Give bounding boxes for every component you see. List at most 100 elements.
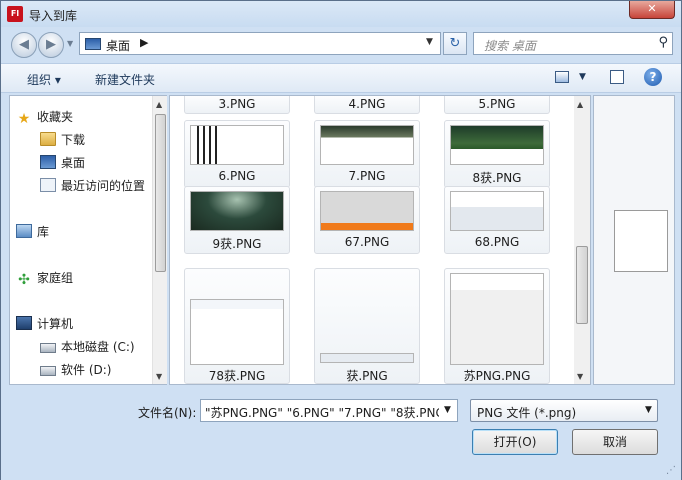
breadcrumb-arrow-icon[interactable]: ▶: [140, 36, 148, 49]
file-thumbnail: [450, 191, 544, 231]
homegroup-icon: ✣: [18, 272, 30, 288]
file-thumbnail: [190, 191, 284, 231]
close-button[interactable]: ✕: [629, 1, 675, 19]
sidebar-item-computer[interactable]: 计算机: [16, 315, 73, 332]
file-name: 7.PNG: [348, 169, 386, 183]
filename-input[interactable]: "苏PNG.PNG" "6.PNG" "7.PNG" "8获.PNG ▼: [200, 399, 458, 422]
desktop-icon: [40, 155, 56, 169]
file-item[interactable]: 9获.PNG: [184, 186, 290, 254]
file-thumbnail: [320, 125, 414, 165]
cancel-button[interactable]: 取消: [572, 429, 658, 455]
filename-value[interactable]: "苏PNG.PNG" "6.PNG" "7.PNG" "8获.PNG: [205, 404, 439, 421]
library-icon: [16, 224, 32, 238]
file-name: 5.PNG: [478, 97, 516, 111]
sidebar-item-label: 最近访问的位置: [61, 179, 146, 193]
recent-pages-dropdown-icon[interactable]: ▼: [67, 39, 73, 48]
new-folder-button[interactable]: 新建文件夹: [95, 71, 155, 88]
file-thumbnail: [190, 125, 284, 165]
scroll-up-icon[interactable]: ▲: [577, 100, 583, 109]
file-type-select[interactable]: PNG 文件 (*.png) ▼: [470, 399, 658, 422]
sidebar-item-recent-places[interactable]: 最近访问的位置: [40, 177, 145, 194]
title-bar[interactable]: Fl 导入到库 ✕: [1, 1, 681, 27]
file-item[interactable]: 获.PNG: [314, 268, 420, 384]
scroll-down-icon[interactable]: ▼: [577, 372, 583, 381]
preview-pane: [593, 95, 675, 385]
scroll-down-icon[interactable]: ▼: [156, 372, 162, 381]
file-thumbnail: [190, 299, 284, 365]
refresh-button[interactable]: ↻: [443, 32, 467, 55]
scroll-up-icon[interactable]: ▲: [156, 100, 162, 109]
sidebar-item-drive-d[interactable]: 软件 (D:): [40, 361, 111, 378]
file-item[interactable]: 6.PNG: [184, 120, 290, 188]
download-folder-icon: [40, 132, 56, 146]
command-toolbar: 组织 ▾ 新建文件夹 ▼ ?: [1, 63, 681, 93]
file-thumbnail: [320, 353, 414, 363]
back-button[interactable]: ◀: [11, 32, 37, 58]
filename-dropdown-icon[interactable]: ▼: [444, 405, 451, 415]
sidebar-item-label: 桌面: [61, 156, 86, 170]
address-dropdown-icon[interactable]: ▼: [426, 37, 433, 47]
refresh-icon: ↻: [449, 36, 461, 51]
navigation-bar: ◀ ▶ ▼ 桌面 ▶ ▼ ↻ 搜索 桌面 ⚲: [1, 27, 681, 61]
navigation-scrollbar[interactable]: ▲ ▼: [152, 96, 167, 384]
resize-grip-icon[interactable]: ⋰: [666, 465, 676, 476]
organize-menu[interactable]: 组织 ▾: [27, 71, 61, 88]
search-icon[interactable]: ⚲: [658, 35, 668, 50]
file-item[interactable]: 68.PNG: [444, 186, 550, 254]
file-item[interactable]: 78获.PNG: [184, 268, 290, 384]
sidebar-item-favorites[interactable]: ★ 收藏夹: [16, 108, 73, 126]
search-input[interactable]: 搜索 桌面 ⚲: [473, 32, 673, 55]
import-to-library-dialog: Fl 导入到库 ✕ ◀ ▶ ▼ 桌面 ▶ ▼ ↻ 搜索 桌面 ⚲ 组织 ▾ 新建…: [0, 0, 682, 480]
open-button[interactable]: 打开(O): [472, 429, 558, 455]
file-thumbnail: [320, 191, 414, 231]
file-item[interactable]: 4.PNG: [314, 96, 420, 114]
sidebar-item-label: 下载: [61, 133, 86, 147]
preview-pane-toggle-icon[interactable]: [610, 70, 624, 84]
forward-button[interactable]: ▶: [38, 32, 64, 58]
sidebar-item-downloads[interactable]: 下载: [40, 131, 85, 148]
sidebar-item-desktop[interactable]: 桌面: [40, 154, 85, 171]
sidebar-item-label: 库: [37, 225, 50, 239]
preview-image: [614, 210, 668, 272]
file-name: 9获.PNG: [212, 237, 262, 251]
file-name: 8获.PNG: [472, 171, 522, 185]
scrollbar-thumb[interactable]: [576, 246, 588, 324]
file-list: 3.PNG 4.PNG 5.PNG 6.PNG 7.PNG 8获.PNG 9获.…: [169, 95, 591, 385]
sidebar-item-drive-c[interactable]: 本地磁盘 (C:): [40, 338, 135, 355]
address-breadcrumb[interactable]: 桌面: [106, 37, 130, 54]
file-thumbnail: [450, 125, 544, 165]
view-options-dropdown-icon[interactable]: ▼: [579, 72, 586, 82]
file-name: 78获.PNG: [208, 369, 266, 383]
file-item[interactable]: 67.PNG: [314, 186, 420, 254]
file-list-scrollbar[interactable]: ▲ ▼: [574, 96, 590, 384]
sidebar-item-libraries[interactable]: 库: [16, 223, 49, 240]
computer-icon: [16, 316, 32, 330]
sidebar-item-label: 家庭组: [37, 271, 74, 285]
file-name: 3.PNG: [218, 97, 256, 111]
file-thumbnail: [450, 273, 544, 365]
file-item[interactable]: 3.PNG: [184, 96, 290, 114]
file-item[interactable]: 5.PNG: [444, 96, 550, 114]
sidebar-item-label: 本地磁盘 (C:): [61, 340, 135, 354]
file-name: 4.PNG: [348, 97, 386, 111]
star-icon: ★: [17, 111, 31, 127]
file-selection-area: 文件名(N): "苏PNG.PNG" "6.PNG" "7.PNG" "8获.P…: [1, 387, 681, 480]
file-type-value: PNG 文件 (*.png): [477, 406, 577, 420]
change-view-icon[interactable]: [555, 71, 569, 83]
recent-places-icon: [40, 178, 56, 192]
desktop-icon: [85, 38, 101, 50]
file-item[interactable]: 苏PNG.PNG: [444, 268, 550, 384]
address-bar[interactable]: 桌面 ▶ ▼: [79, 32, 441, 55]
sidebar-item-label: 计算机: [37, 317, 74, 331]
file-item[interactable]: 8获.PNG: [444, 120, 550, 188]
sidebar-item-homegroup[interactable]: ✣ 家庭组: [16, 269, 73, 287]
help-icon[interactable]: ?: [644, 68, 662, 86]
filename-label: 文件名(N):: [138, 406, 197, 420]
file-type-dropdown-icon[interactable]: ▼: [645, 405, 652, 415]
file-name: 68.PNG: [474, 235, 520, 249]
window-title: 导入到库: [29, 9, 78, 23]
file-item[interactable]: 7.PNG: [314, 120, 420, 188]
scrollbar-thumb[interactable]: [155, 114, 166, 272]
file-name: 6.PNG: [218, 169, 256, 183]
search-placeholder: 搜索 桌面: [484, 39, 536, 53]
